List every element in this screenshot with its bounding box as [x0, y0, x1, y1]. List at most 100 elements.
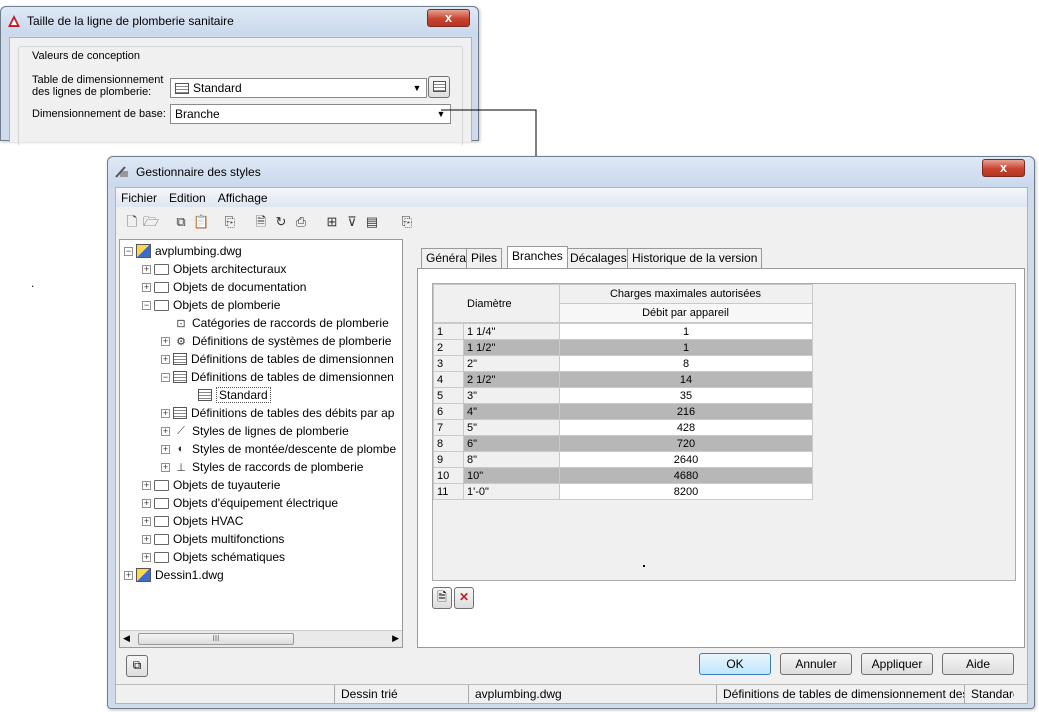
new-file-icon[interactable]: 🗋: [124, 214, 140, 230]
fixture-unit-cell[interactable]: 8: [559, 355, 813, 372]
fixture-unit-cell[interactable]: 14: [559, 371, 813, 388]
toggle-view-button[interactable]: ⧉: [126, 655, 148, 677]
tree-root-dessin1[interactable]: + Dessin1.dwg: [124, 566, 224, 584]
collapse-icon[interactable]: −: [142, 300, 151, 310]
table-row[interactable]: 21 1/2" 1: [433, 339, 813, 356]
tree-item-def-tables-1[interactable]: + Définitions de tables de dimensionnen: [161, 350, 394, 368]
row-number[interactable]: 2: [433, 339, 464, 356]
table-row[interactable]: 8 6" 720: [433, 435, 813, 452]
diameter-cell[interactable]: 1 1/2": [463, 339, 560, 356]
tab-decalages[interactable]: Décalages: [565, 248, 632, 268]
tree-item-objets-documentation[interactable]: + Objets de documentation: [142, 278, 306, 296]
table-row[interactable]: 11 1/4" 1: [433, 323, 813, 340]
collapse-icon[interactable]: −: [124, 246, 133, 256]
scroll-right-icon[interactable]: ▶: [392, 633, 399, 644]
tree-item-objets-multifonctions[interactable]: + Objets multifonctions: [142, 530, 284, 548]
purge-icon[interactable]: ⎘: [222, 214, 238, 230]
tree-item-def-tables-2[interactable]: − Définitions de tables de dimensionnen: [161, 368, 394, 386]
expand-icon[interactable]: +: [161, 408, 170, 418]
row-number[interactable]: 8: [433, 435, 464, 452]
table-row[interactable]: 10 10" 4680: [433, 467, 813, 484]
tree-item-def-debits[interactable]: + Définitions de tables des débits par ap: [161, 404, 394, 422]
tree-item-styles-raccords[interactable]: + ⊥ Styles de raccords de plomberie: [161, 458, 363, 476]
collapse-icon[interactable]: −: [161, 372, 170, 382]
set-from-icon[interactable]: ⎙: [293, 214, 309, 230]
tree-item-objets-plomberie[interactable]: − Objets de plomberie: [142, 296, 280, 314]
expand-icon[interactable]: +: [142, 552, 151, 562]
diameter-cell[interactable]: 5": [463, 419, 560, 436]
expand-icon[interactable]: +: [142, 282, 151, 292]
fixture-unit-cell[interactable]: 720: [559, 435, 813, 452]
toggle-view-icon[interactable]: ⊞: [324, 214, 340, 230]
fixture-unit-cell[interactable]: 1: [559, 323, 813, 340]
tree-item-styles-montee[interactable]: + ◐ Styles de montée/descente de plombe: [161, 440, 396, 458]
scroll-left-icon[interactable]: ◀: [123, 633, 130, 644]
fixture-unit-cell[interactable]: 4680: [559, 467, 813, 484]
diameter-cell[interactable]: 6": [463, 435, 560, 452]
tree-item-styles-lignes[interactable]: + ⟋ Styles de lignes de plomberie: [161, 422, 349, 440]
fixture-unit-cell[interactable]: 8200: [559, 483, 813, 500]
expand-icon[interactable]: +: [161, 444, 170, 454]
copy-icon[interactable]: ⧉: [173, 214, 189, 230]
cancel-button[interactable]: Annuler: [780, 653, 852, 675]
expand-icon[interactable]: +: [161, 336, 170, 346]
diameter-cell[interactable]: 2 1/2": [463, 371, 560, 388]
fixture-unit-cell[interactable]: 428: [559, 419, 813, 436]
edit-style-icon[interactable]: ↻: [273, 214, 289, 230]
fixture-unit-cell[interactable]: 2640: [559, 451, 813, 468]
tab-piles[interactable]: Piles: [466, 248, 503, 268]
menu-edition[interactable]: Edition: [163, 191, 212, 205]
table-row[interactable]: 5 3" 35: [433, 387, 813, 404]
row-number[interactable]: 9: [433, 451, 464, 468]
tree-item-objets-schematiques[interactable]: + Objets schématiques: [142, 548, 285, 566]
tree-item-objets-hvac[interactable]: + Objets HVAC: [142, 512, 243, 530]
apply-button[interactable]: Appliquer: [861, 653, 933, 675]
tree-root-avplumbing[interactable]: − avplumbing.dwg: [124, 242, 242, 260]
style-manager-close-button[interactable]: x: [982, 159, 1025, 177]
header-debit[interactable]: Débit par appareil: [558, 303, 813, 323]
expand-icon[interactable]: +: [124, 570, 133, 580]
diameter-cell[interactable]: 8": [463, 451, 560, 468]
diameter-cell[interactable]: 2": [463, 355, 560, 372]
expand-icon[interactable]: +: [161, 426, 170, 436]
tree-item-def-systemes[interactable]: + ⚙ Définitions de systèmes de plomberie: [161, 332, 391, 350]
add-row-button[interactable]: 🗎: [432, 587, 452, 609]
fixture-unit-cell[interactable]: 35: [559, 387, 813, 404]
table-row[interactable]: 11 1'-0" 8200: [433, 483, 813, 500]
paste-icon[interactable]: 📋: [193, 214, 209, 230]
expand-icon[interactable]: +: [142, 264, 151, 274]
diameter-cell[interactable]: 1'-0": [463, 483, 560, 500]
table-row[interactable]: 6 4" 216: [433, 403, 813, 420]
tab-historique[interactable]: Historique de la version: [627, 248, 763, 268]
scroll-thumb[interactable]: III: [138, 633, 294, 645]
diameter-cell[interactable]: 1 1/4": [463, 323, 560, 340]
expand-icon[interactable]: +: [142, 516, 151, 526]
help-toolbar-icon[interactable]: ⎘: [399, 214, 415, 230]
view-options-icon[interactable]: ▤: [364, 214, 380, 230]
new-style-icon[interactable]: 🗎: [253, 214, 269, 230]
table-row[interactable]: 3 2" 8: [433, 355, 813, 372]
row-number[interactable]: 10: [433, 467, 464, 484]
tab-branches[interactable]: Branches: [507, 246, 568, 268]
tree-item-objets-tuyauterie[interactable]: + Objets de tuyauterie: [142, 476, 280, 494]
header-diametre[interactable]: Diamètre: [433, 284, 560, 323]
table-row[interactable]: 9 8" 2640: [433, 451, 813, 468]
expand-icon[interactable]: +: [161, 462, 170, 472]
row-number[interactable]: 3: [433, 355, 464, 372]
row-number[interactable]: 7: [433, 419, 464, 436]
row-number[interactable]: 11: [433, 483, 464, 500]
fixture-unit-cell[interactable]: 216: [559, 403, 813, 420]
help-button[interactable]: Aide: [942, 653, 1014, 675]
expand-icon[interactable]: +: [142, 534, 151, 544]
diameter-cell[interactable]: 4": [463, 403, 560, 420]
fixture-unit-cell[interactable]: 1: [559, 339, 813, 356]
menu-affichage[interactable]: Affichage: [212, 191, 274, 205]
menu-fichier[interactable]: Fichier: [116, 191, 163, 205]
tree-item-categories-raccords[interactable]: ⊡ Catégories de raccords de plomberie: [173, 314, 388, 332]
row-number[interactable]: 1: [433, 323, 464, 340]
tree-item-standard[interactable]: Standard: [198, 386, 271, 404]
diameter-cell[interactable]: 10": [463, 467, 560, 484]
table-row[interactable]: 42 1/2" 14: [433, 371, 813, 388]
row-number[interactable]: 4: [433, 371, 464, 388]
tree-horizontal-scrollbar[interactable]: ◀ III ▶: [120, 630, 402, 647]
